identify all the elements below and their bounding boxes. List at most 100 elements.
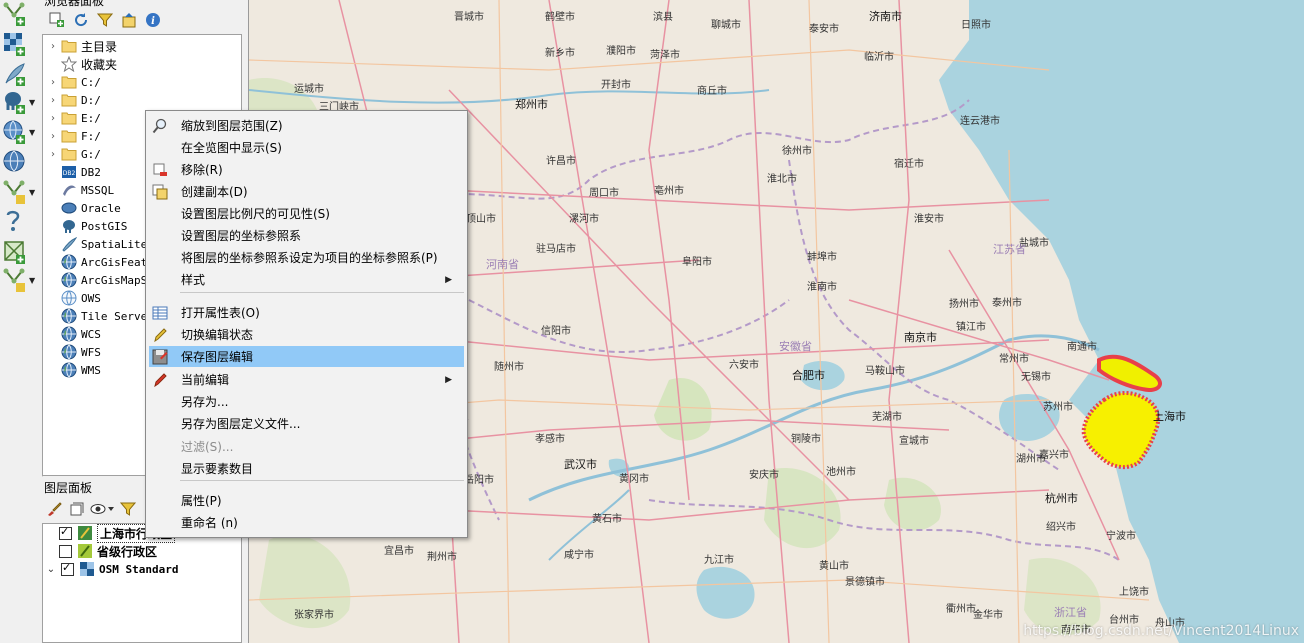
map-place-label: 宿迁市 <box>894 159 924 170</box>
map-place-label: 马鞍山市 <box>865 366 905 377</box>
browser-item[interactable]: WFS <box>43 343 101 361</box>
menu-item-label: 将图层的坐标参照系设定为项目的坐标参照系(P) <box>181 251 438 265</box>
map-place-label: 黄山市 <box>819 561 849 572</box>
star-icon <box>61 56 77 72</box>
menu-item[interactable]: 另存为... <box>149 391 464 412</box>
zoom-icon <box>152 118 168 134</box>
add-wms-layer-button[interactable]: ▼ <box>2 118 38 146</box>
layer-row-province[interactable]: 省级行政区 <box>43 542 157 560</box>
map-place-label: 宣城市 <box>899 436 929 447</box>
menu-item[interactable]: 另存为图层定义文件... <box>149 413 464 434</box>
menu-item[interactable]: 缩放到图层范围(Z) <box>149 115 464 136</box>
menu-item[interactable]: 创建副本(D) <box>149 181 464 202</box>
browser-item[interactable]: › D:/ <box>43 91 101 109</box>
expand-arrow-icon[interactable]: › <box>47 149 59 160</box>
collapse-all-button[interactable] <box>120 11 138 29</box>
menu-item-label: 创建副本(D) <box>181 185 248 199</box>
menu-icon-slot <box>152 272 168 288</box>
add-vector-layer-button[interactable] <box>2 0 38 28</box>
menu-item[interactable]: 移除(R) <box>149 159 464 180</box>
polygon-layer-icon <box>78 544 92 558</box>
menu-item[interactable]: 将图层的坐标参照系设定为项目的坐标参照系(P) <box>149 247 464 268</box>
browser-item[interactable]: › F:/ <box>43 127 101 145</box>
browser-item[interactable]: SpatiaLite <box>43 235 147 253</box>
menu-item-label: 样式 <box>181 273 206 287</box>
map-place-label: 宁波市 <box>1106 531 1136 542</box>
menu-item[interactable]: 设置图层的坐标参照系 <box>149 225 464 246</box>
browser-item[interactable]: PostGIS <box>43 217 127 235</box>
browser-item[interactable]: Oracle <box>43 199 121 217</box>
browser-item[interactable]: MSSQL <box>43 181 114 199</box>
add-group-button[interactable] <box>68 501 86 519</box>
menu-item[interactable]: 设置图层比例尺的可见性(S) <box>149 203 464 224</box>
layer-visibility-checkbox[interactable] <box>59 525 72 540</box>
eye-icon <box>90 504 114 514</box>
globe-icon <box>61 254 77 270</box>
browser-item[interactable]: WCS <box>43 325 101 343</box>
menu-item[interactable]: 重命名 (n) <box>149 512 464 533</box>
browser-item[interactable]: › E:/ <box>43 109 101 127</box>
db2-icon: DB2 <box>61 164 77 180</box>
refresh-button[interactable] <box>72 11 90 29</box>
map-place-label: 晋城市 <box>454 12 484 23</box>
browser-item[interactable]: › C:/ <box>43 73 101 91</box>
map-place-label: 徐州市 <box>782 146 812 157</box>
add-selected-layers-button[interactable] <box>48 11 66 29</box>
layer-visibility-checkbox[interactable] <box>61 561 74 576</box>
menu-item[interactable]: 保存图层编辑 <box>149 346 464 367</box>
add-raster-layer-button[interactable] <box>2 30 38 58</box>
add-vector-layer-icon <box>3 2 25 26</box>
menu-item-label: 打开属性表(O) <box>181 306 260 320</box>
add-postgis-layer-button[interactable]: ▼ <box>2 88 38 116</box>
elephant-icon <box>5 92 25 114</box>
map-place-label: 九江市 <box>704 555 734 566</box>
add-mesh-layer-button[interactable] <box>2 238 38 266</box>
dropdown-arrow-icon: ▼ <box>29 275 36 285</box>
add-wfs-layer-button[interactable] <box>2 148 38 176</box>
menu-item[interactable]: 打开属性表(O) <box>149 302 464 323</box>
globe-icon <box>61 344 77 360</box>
globe-add-icon <box>3 120 25 144</box>
browser-item[interactable]: WMS <box>43 361 101 379</box>
menu-item[interactable]: 当前编辑 ▶ <box>149 369 464 390</box>
browser-item[interactable]: › G:/ <box>43 145 101 163</box>
menu-item[interactable]: 切换编辑状态 <box>149 324 464 345</box>
browser-item-label: D:/ <box>81 93 101 107</box>
browser-item[interactable]: OWS <box>43 289 101 307</box>
menu-item-label: 重命名 (n) <box>181 516 238 530</box>
browser-item[interactable]: 收藏夹 <box>43 55 117 73</box>
svg-text:DB2: DB2 <box>63 170 76 177</box>
globe-icon <box>3 150 25 172</box>
browser-item[interactable]: › 主目录 <box>43 37 117 55</box>
map-place-label: 河南省 <box>486 258 519 271</box>
layer-row-osm[interactable]: ⌄ OSM Standard <box>43 560 178 578</box>
menu-item[interactable]: 属性(P) <box>149 490 464 511</box>
map-place-label: 泰州市 <box>992 298 1022 309</box>
browser-item[interactable]: DB2 DB2 <box>43 163 101 181</box>
filter-legend-button[interactable] <box>119 501 138 519</box>
new-vector-layer-button[interactable]: ▼ <box>2 266 38 294</box>
expand-arrow-icon[interactable]: ⌄ <box>45 564 57 575</box>
expand-arrow-icon[interactable]: › <box>47 131 59 142</box>
visibility-button[interactable] <box>90 501 116 519</box>
layer-visibility-checkbox[interactable] <box>59 544 72 558</box>
menu-item[interactable]: 显示要素数目 <box>149 458 464 479</box>
menu-item[interactable]: 样式 ▶ <box>149 269 464 290</box>
expand-arrow-icon[interactable]: › <box>47 77 59 88</box>
add-virtual-layer-button[interactable] <box>2 208 38 236</box>
expand-arrow-icon[interactable]: › <box>47 41 59 52</box>
map-place-label: 镇江市 <box>956 322 986 333</box>
expand-arrow-icon[interactable]: › <box>47 95 59 106</box>
map-place-label: 嘉兴市 <box>1039 450 1069 461</box>
layers-tree[interactable]: 上海市行政区 省级行政区 ⌄ OSM Standard <box>42 523 242 643</box>
style-panel-button[interactable] <box>46 501 64 519</box>
add-delimited-text-layer-button[interactable] <box>2 60 38 88</box>
info-button[interactable]: i <box>144 11 162 29</box>
menu-item[interactable]: 在全览图中显示(S) <box>149 137 464 158</box>
filter-button[interactable] <box>96 11 114 29</box>
browser-item-label: WMS <box>81 363 101 377</box>
mssql-icon <box>61 182 77 198</box>
new-shapefile-layer-button[interactable]: ▼ <box>2 178 38 206</box>
map-place-label: 连云港市 <box>960 116 1000 127</box>
expand-arrow-icon[interactable]: › <box>47 113 59 124</box>
